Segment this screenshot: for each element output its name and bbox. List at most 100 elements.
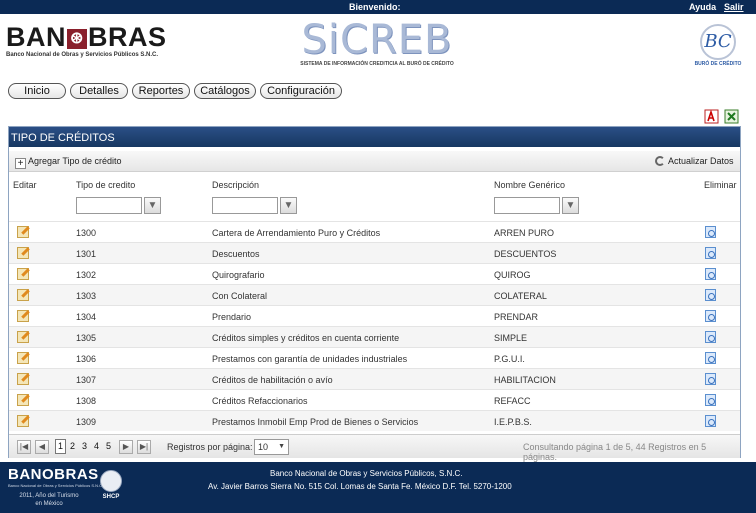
table-row: 1307 Créditos de habilitación o avío HAB… bbox=[9, 368, 740, 389]
delete-icon[interactable] bbox=[705, 373, 716, 385]
plus-icon: + bbox=[15, 158, 26, 169]
cell-type: 1305 bbox=[76, 333, 97, 343]
excel-export-icon[interactable] bbox=[724, 109, 739, 124]
top-bar: Bienvenido: Ayuda Salir bbox=[0, 0, 756, 14]
pdf-export-icon[interactable] bbox=[704, 109, 719, 124]
footer: BANOBRAS Banco Nacional de Obras y Servi… bbox=[0, 462, 756, 513]
table-row: 1308 Créditos Refaccionarios REFACC bbox=[9, 389, 740, 410]
column-header-generic[interactable]: Nombre Genérico bbox=[494, 180, 565, 190]
help-link[interactable]: Ayuda bbox=[689, 2, 716, 12]
cell-generic: REFACC bbox=[494, 396, 531, 406]
generic-filter-input[interactable] bbox=[494, 197, 560, 214]
first-page-icon[interactable]: |◀ bbox=[17, 440, 31, 454]
brand-subtitle: Banco Nacional de Obras y Servicios Públ… bbox=[6, 52, 159, 58]
cell-generic: SIMPLE bbox=[494, 333, 528, 343]
page-number[interactable]: 1 bbox=[55, 439, 66, 454]
table-row: 1306 Prestamos con garantía de unidades … bbox=[9, 347, 740, 368]
page-size-label: Registros por página: bbox=[167, 442, 253, 452]
footer-address-line2: Av. Javier Barros Sierra No. 515 Col. Lo… bbox=[208, 482, 512, 491]
edit-icon[interactable] bbox=[17, 331, 29, 343]
generic-filter-icon[interactable]: ▼ bbox=[562, 197, 579, 214]
edit-icon[interactable] bbox=[17, 226, 29, 238]
shcp-logo: SHCP bbox=[97, 470, 125, 508]
edit-icon[interactable] bbox=[17, 394, 29, 406]
page-number[interactable]: 5 bbox=[106, 441, 111, 451]
cell-description: Con Colateral bbox=[212, 291, 268, 301]
nav-configuracion[interactable]: Configuración bbox=[260, 83, 342, 99]
nav-inicio[interactable]: Inicio bbox=[8, 83, 66, 99]
description-filter-input[interactable] bbox=[212, 197, 278, 214]
bc-caption: BURÓ DE CRÉDITO bbox=[694, 61, 742, 67]
cell-description: Prestamos Inmobil Emp Prod de Bienes o S… bbox=[212, 417, 419, 427]
table-row: 1302 Quirografario QUIROG bbox=[9, 263, 740, 284]
table-row: 1300 Cartera de Arrendamiento Puro y Cré… bbox=[9, 221, 740, 242]
edit-icon[interactable] bbox=[17, 373, 29, 385]
cell-type: 1302 bbox=[76, 270, 97, 280]
edit-icon[interactable] bbox=[17, 268, 29, 280]
delete-icon[interactable] bbox=[705, 352, 716, 364]
cell-type: 1300 bbox=[76, 228, 97, 238]
edit-icon[interactable] bbox=[17, 247, 29, 259]
refresh-data-button[interactable]: Actualizar Datos bbox=[655, 156, 734, 166]
cell-type: 1303 bbox=[76, 291, 97, 301]
cell-generic: I.E.P.B.S. bbox=[494, 417, 532, 427]
logout-link[interactable]: Salir bbox=[724, 2, 744, 12]
cell-type: 1308 bbox=[76, 396, 97, 406]
credit-types-grid: TIPO DE CRÉDITOS + Agregar Tipo de crédit… bbox=[8, 126, 741, 462]
system-subtitle: SISTEMA DE INFORMACIÓN CREDITICIA AL BUR… bbox=[300, 61, 454, 67]
edit-icon[interactable] bbox=[17, 415, 29, 427]
cell-type: 1309 bbox=[76, 417, 97, 427]
bc-emblem-icon: BC bbox=[700, 24, 736, 60]
table-row: 1309 Prestamos Inmobil Emp Prod de Biene… bbox=[9, 410, 740, 431]
table-row: 1301 Descuentos DESCUENTOS bbox=[9, 242, 740, 263]
edit-icon[interactable] bbox=[17, 352, 29, 364]
pager-info: Consultando página 1 de 5, 44 Registros … bbox=[523, 442, 707, 462]
next-page-icon[interactable]: ▶ bbox=[119, 440, 133, 454]
refresh-icon bbox=[655, 156, 665, 166]
cell-description: Descuentos bbox=[212, 249, 260, 259]
nav-detalles[interactable]: Detalles bbox=[70, 83, 128, 99]
cell-generic: QUIROG bbox=[494, 270, 531, 280]
delete-icon[interactable] bbox=[705, 394, 716, 406]
table-row: 1303 Con Colateral COLATERAL bbox=[9, 284, 740, 305]
description-filter-icon[interactable]: ▼ bbox=[280, 197, 297, 214]
banobras-mark-icon: ⊛ bbox=[67, 29, 87, 49]
column-header-edit: Editar bbox=[13, 180, 37, 190]
cell-description: Cartera de Arrendamiento Puro y Créditos bbox=[212, 228, 381, 238]
cell-type: 1306 bbox=[76, 354, 97, 364]
last-page-icon[interactable]: ▶| bbox=[137, 440, 151, 454]
cell-type: 1307 bbox=[76, 375, 97, 385]
footer-address-line1: Banco Nacional de Obras y Servicios Públ… bbox=[270, 469, 463, 478]
shcp-seal-icon bbox=[100, 470, 122, 492]
delete-icon[interactable] bbox=[705, 268, 716, 280]
cell-generic: P.G.U.I. bbox=[494, 354, 525, 364]
delete-icon[interactable] bbox=[705, 226, 716, 238]
delete-icon[interactable] bbox=[705, 289, 716, 301]
cell-generic: COLATERAL bbox=[494, 291, 547, 301]
nav-catalogos[interactable]: Catálogos bbox=[194, 83, 256, 99]
description-filter: ▼ bbox=[212, 197, 297, 214]
page-size-select[interactable]: 10 ▼ bbox=[254, 439, 289, 455]
nav-reportes[interactable]: Reportes bbox=[132, 83, 190, 99]
delete-icon[interactable] bbox=[705, 310, 716, 322]
buro-credito-logo: BC BURÓ DE CRÉDITO bbox=[694, 24, 742, 70]
cell-description: Créditos Refaccionarios bbox=[212, 396, 308, 406]
edit-icon[interactable] bbox=[17, 310, 29, 322]
table-row: 1304 Prendario PRENDAR bbox=[9, 305, 740, 326]
add-credit-type-button[interactable]: + Agregar Tipo de crédito bbox=[15, 156, 122, 169]
page-number[interactable]: 4 bbox=[94, 441, 99, 451]
page-number[interactable]: 2 bbox=[70, 441, 75, 451]
delete-icon[interactable] bbox=[705, 415, 716, 427]
column-header-description[interactable]: Descripción bbox=[212, 180, 259, 190]
delete-icon[interactable] bbox=[705, 247, 716, 259]
prev-page-icon[interactable]: ◀ bbox=[35, 440, 49, 454]
footer-year-text: 2011, Año del Turismo en México bbox=[19, 493, 79, 507]
cell-generic: HABILITACION bbox=[494, 375, 556, 385]
edit-icon[interactable] bbox=[17, 289, 29, 301]
delete-icon[interactable] bbox=[705, 331, 716, 343]
column-header-type[interactable]: Tipo de credito bbox=[76, 180, 135, 190]
page-number[interactable]: 3 bbox=[82, 441, 87, 451]
type-filter-input[interactable] bbox=[76, 197, 142, 214]
type-filter-icon[interactable]: ▼ bbox=[144, 197, 161, 214]
footer-logo-subtitle: Banco Nacional de Obras y Servicios Públ… bbox=[8, 483, 104, 488]
